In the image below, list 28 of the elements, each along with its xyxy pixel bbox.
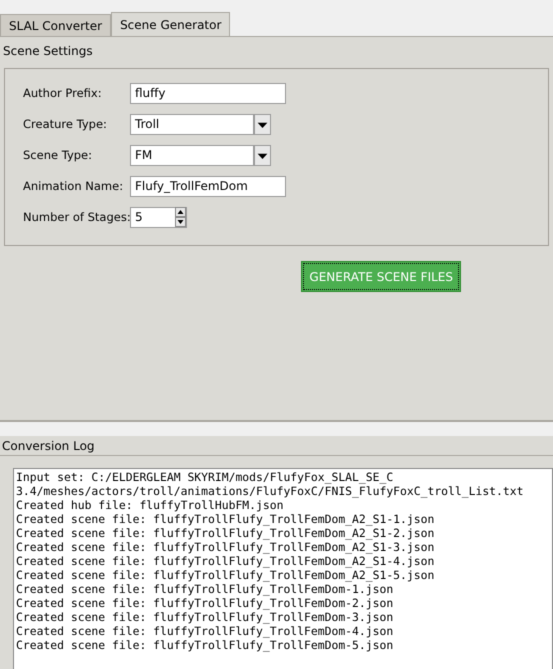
field-label: Number of Stages:	[23, 210, 130, 224]
input-field[interactable]: fluffy	[130, 82, 286, 104]
section-title: Conversion Log	[0, 436, 553, 456]
log-line: Created scene file: fluffyTrollFlufy_TrollFemDom-5.json	[16, 638, 394, 652]
tab[interactable]: Scene Generator	[111, 12, 230, 36]
caret-icon	[254, 144, 271, 166]
log-line: Created scene file: fluffyTrollFlufy_TrollFemDom-4.json	[16, 624, 394, 638]
log-line: Created scene file: fluffyTrollFlufy_TrollFemDom-1.json	[16, 582, 394, 596]
log-line: Created scene file: fluffyTrollFlufy_TrollFemDom_A2_S1-2.json	[16, 526, 436, 540]
log-line: Created hub file: fluffyTrollHubFM.json	[16, 498, 284, 512]
log-line: 3.4/meshes/actors/troll/animations/FlufyFoxC/FNIS_FlufyFoxC_troll_List.txt	[16, 484, 524, 498]
tab[interactable]: SLAL Converter	[0, 14, 112, 36]
field-label: Creature Type:	[23, 117, 108, 131]
spinner-field[interactable]: 5	[130, 206, 187, 228]
log-line: Created scene file: fluffyTrollFlufy_TrollFemDom-2.json	[16, 596, 394, 610]
input-field[interactable]: Flufy_TrollFemDom	[130, 176, 286, 196]
section-title: Scene Settings	[2, 43, 94, 60]
field-label: Animation Name:	[23, 179, 124, 193]
log-line: Created scene file: fluffyTrollFlufy_TrollFemDom_A2_S1-4.json	[16, 554, 436, 568]
log-line: Created scene file: fluffyTrollFlufy_TrollFemDom_A2_S1-3.json	[16, 540, 436, 554]
caret-icon	[254, 114, 271, 134]
field-label: Author Prefix:	[23, 86, 103, 100]
field-label: Scene Type:	[23, 148, 94, 162]
spinner-arrows-icon	[175, 207, 186, 227]
log-line: Created scene file: fluffyTrollFlufy_TrollFemDom_A2_S1-5.json	[16, 568, 436, 582]
log-line: Created scene file: fluffyTrollFlufy_TrollFemDom_A2_S1-1.json	[16, 512, 436, 526]
log-line: Created scene file: fluffyTrollFlufy_TrollFemDom-3.json	[16, 610, 394, 624]
log-line: Input set: C:/ELDERGLEAM SKYRIM/mods/FlufyFox_SLAL_SE_C	[16, 470, 394, 484]
